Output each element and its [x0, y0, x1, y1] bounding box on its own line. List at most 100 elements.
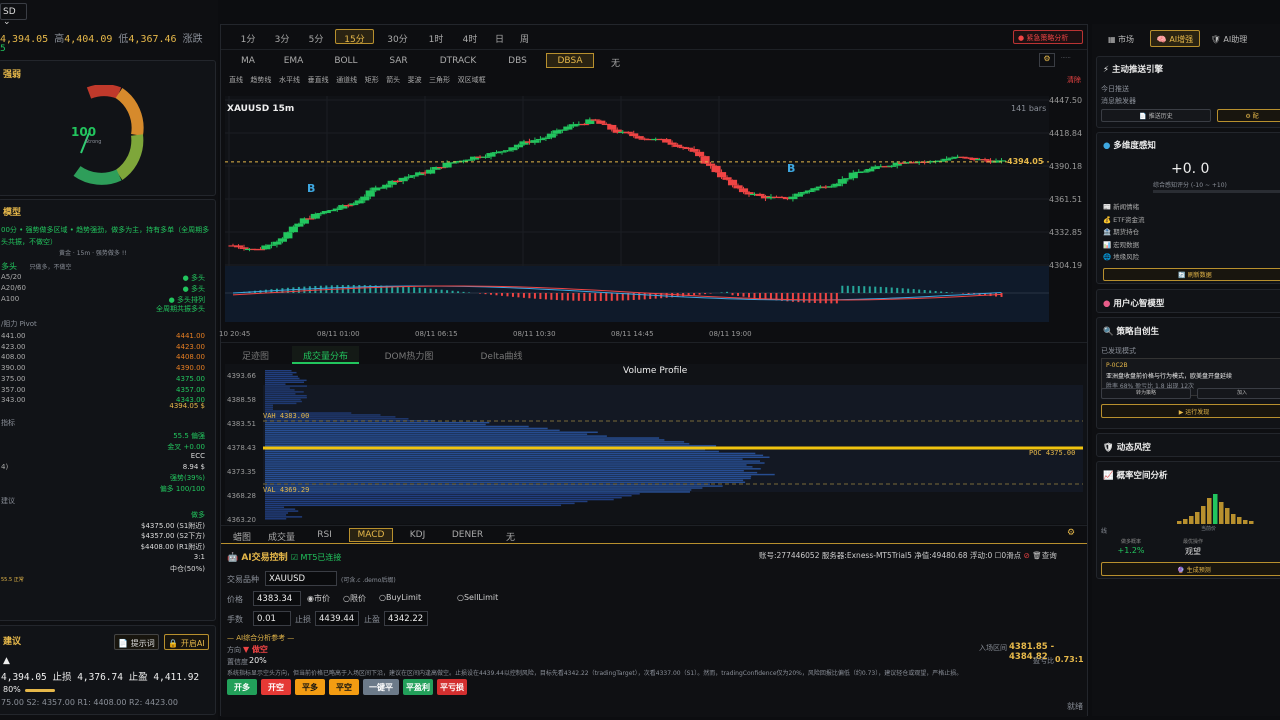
volume-profile[interactable]: Volume Profile 4393.66 4388.58 4383.51 4378… — [225, 364, 1087, 524]
tf-1分[interactable]: 1分 — [233, 29, 263, 45]
draw-双区域框[interactable]: 双区域框 — [458, 75, 486, 85]
order-type-限价[interactable]: ○限价 — [343, 593, 366, 604]
tp-input[interactable]: 4342.22 — [384, 611, 428, 626]
price-input[interactable]: 4383.34 — [253, 591, 301, 606]
candle-body — [865, 168, 875, 172]
query-button[interactable]: 🗑查询 — [1032, 551, 1057, 560]
symbol-select[interactable]: SD ⌄ — [0, 3, 27, 27]
generate-button[interactable]: 🔮 生成预测 — [1101, 562, 1280, 576]
histogram-bar — [1177, 521, 1182, 524]
indicator-SAR[interactable]: SAR — [378, 53, 419, 68]
ma-value: ● 多头 — [182, 274, 205, 282]
pivot-key: 390.00 — [1, 364, 26, 373]
settings-icon[interactable]: ⚙ — [1039, 53, 1055, 67]
indicator-BOLL[interactable]: BOLL — [322, 53, 370, 68]
bottom-tab-DOM热力图[interactable]: DOM热力图 — [371, 346, 447, 364]
draw-直线[interactable]: 直线 — [229, 75, 243, 85]
tf-4时[interactable]: 4时 — [455, 29, 485, 45]
right-tab-市场[interactable]: ▦ 市场 — [1096, 30, 1146, 47]
sub-tab-MACD[interactable]: MACD — [349, 528, 393, 542]
sub-tab-成交量[interactable]: 成交量 — [263, 528, 300, 543]
sub-tab-DENER[interactable]: DENER — [442, 528, 493, 542]
symbol-input[interactable]: XAUUSD — [265, 571, 337, 586]
add-button[interactable]: 加入 — [1197, 388, 1280, 399]
macd-bar — [890, 287, 893, 293]
stop-icon[interactable]: ⊘ — [1024, 551, 1030, 560]
macd-bar — [643, 293, 646, 300]
draw-箭头[interactable]: 箭头 — [386, 75, 400, 85]
draw-矩形[interactable]: 矩形 — [365, 75, 379, 85]
clear-drawings[interactable]: 清除 — [1067, 75, 1081, 85]
trade-button-平盈利[interactable]: 平盈利 — [403, 679, 433, 695]
config-button[interactable]: ⚙ 配 — [1217, 109, 1280, 122]
macd-bar — [929, 290, 932, 293]
prob-marker: 线 — [1101, 528, 1108, 535]
tf-30分[interactable]: 30分 — [378, 29, 417, 45]
tf-3分[interactable]: 3分 — [267, 29, 297, 45]
candle-body — [535, 138, 545, 141]
trade-button-平空[interactable]: 平空 — [329, 679, 359, 695]
macd-bar — [879, 286, 882, 293]
emergency-button[interactable]: ● 紧急策略分析 — [1013, 30, 1083, 44]
macd-bar — [802, 293, 805, 303]
trade-button-开空[interactable]: 开空 — [261, 679, 291, 695]
draw-趋势线[interactable]: 趋势线 — [250, 75, 271, 85]
trade-button-开多[interactable]: 开多 — [227, 679, 257, 695]
right-tab-AI增强[interactable]: 🧠 AI增强 — [1150, 30, 1200, 47]
order-type-SellLimit[interactable]: ○SellLimit — [457, 593, 498, 602]
bottom-tab-足迹图[interactable]: 足迹图 — [231, 346, 280, 364]
draw-水平线[interactable]: 水平线 — [279, 75, 300, 85]
tf-周[interactable]: 周 — [514, 29, 535, 45]
trade-button-一键平[interactable]: 一键平 — [363, 679, 399, 695]
macd-bar — [303, 286, 306, 293]
draw-通道线[interactable]: 通道线 — [336, 75, 357, 85]
macd-bar — [901, 288, 904, 293]
bottom-tab-Delta曲线[interactable]: Delta曲线 — [459, 346, 544, 364]
indicator-EMA[interactable]: EMA — [273, 53, 314, 68]
push-history-button[interactable]: 📄 推送历史 — [1101, 109, 1211, 122]
trade-button-平多[interactable]: 平多 — [295, 679, 325, 695]
draw-垂直线[interactable]: 垂直线 — [308, 75, 329, 85]
price-chart[interactable]: B B XAUUSD 15m 141 bars 4394.05 — [225, 96, 1049, 322]
to-rule-button[interactable]: 转为策略 — [1101, 388, 1191, 399]
macd-bar — [934, 290, 937, 293]
indicator-MA[interactable]: MA — [231, 53, 265, 68]
tf-日[interactable]: 日 — [489, 29, 510, 45]
candle-body — [716, 172, 727, 178]
sub-tab-KDJ[interactable]: KDJ — [399, 528, 436, 542]
refresh-button[interactable]: 🔄 刷新数据 — [1103, 268, 1280, 281]
candle-body — [233, 245, 244, 248]
risk-panel[interactable]: 🛡 动态风控 — [1096, 433, 1280, 457]
draw-斐波[interactable]: 斐波 — [408, 75, 422, 85]
indicator-DTRACK[interactable]: DTRACK — [427, 53, 489, 68]
right-tab-AI助理[interactable]: 🛡 AI助理 — [1204, 30, 1254, 47]
mind-panel[interactable]: ● 用户心智模型 — [1096, 289, 1280, 313]
expand-icon[interactable]: ⋯⋯ — [1061, 55, 1071, 61]
candle-body — [343, 205, 353, 207]
sub-settings-icon[interactable]: ⚙ — [1067, 528, 1075, 538]
bottom-tab-成交量分布[interactable]: 成交量分布 — [292, 346, 359, 364]
candle-body — [486, 153, 496, 157]
run-discovery-button[interactable]: ▶ 运行发现 — [1101, 404, 1280, 418]
tf-5分[interactable]: 5分 — [301, 29, 331, 45]
order-type-市价[interactable]: ◉市价 — [307, 593, 330, 604]
vp-y-tick: 4378.43 — [227, 444, 256, 452]
sub-tab-RSI[interactable]: RSI — [306, 528, 343, 542]
indicator-DBSA[interactable]: DBSA — [546, 53, 594, 68]
candle-body — [788, 196, 798, 200]
open-ai-button[interactable]: 🔒 开启AI — [164, 634, 209, 650]
draw-三角形[interactable]: 三角形 — [429, 75, 450, 85]
lot-input[interactable]: 0.01 — [253, 611, 291, 626]
macd-bar — [544, 293, 547, 300]
order-type-BuyLimit[interactable]: ○BuyLimit — [379, 593, 421, 602]
quick-checkbox[interactable]: ☐0滑点 — [995, 551, 1022, 560]
sub-tab-无[interactable]: 无 — [499, 528, 522, 543]
sub-tab-蜡图[interactable]: 蜡图 — [227, 528, 257, 543]
trade-button-平亏损[interactable]: 平亏损 — [437, 679, 467, 695]
indicator-无[interactable]: 无 — [602, 53, 629, 69]
tf-1时[interactable]: 1时 — [421, 29, 451, 45]
tf-15分[interactable]: 15分 — [335, 29, 374, 45]
sl-input[interactable]: 4439.44 — [315, 611, 359, 626]
prompt-button[interactable]: 📄 提示词 — [114, 634, 159, 650]
indicator-DBS[interactable]: DBS — [497, 53, 538, 68]
